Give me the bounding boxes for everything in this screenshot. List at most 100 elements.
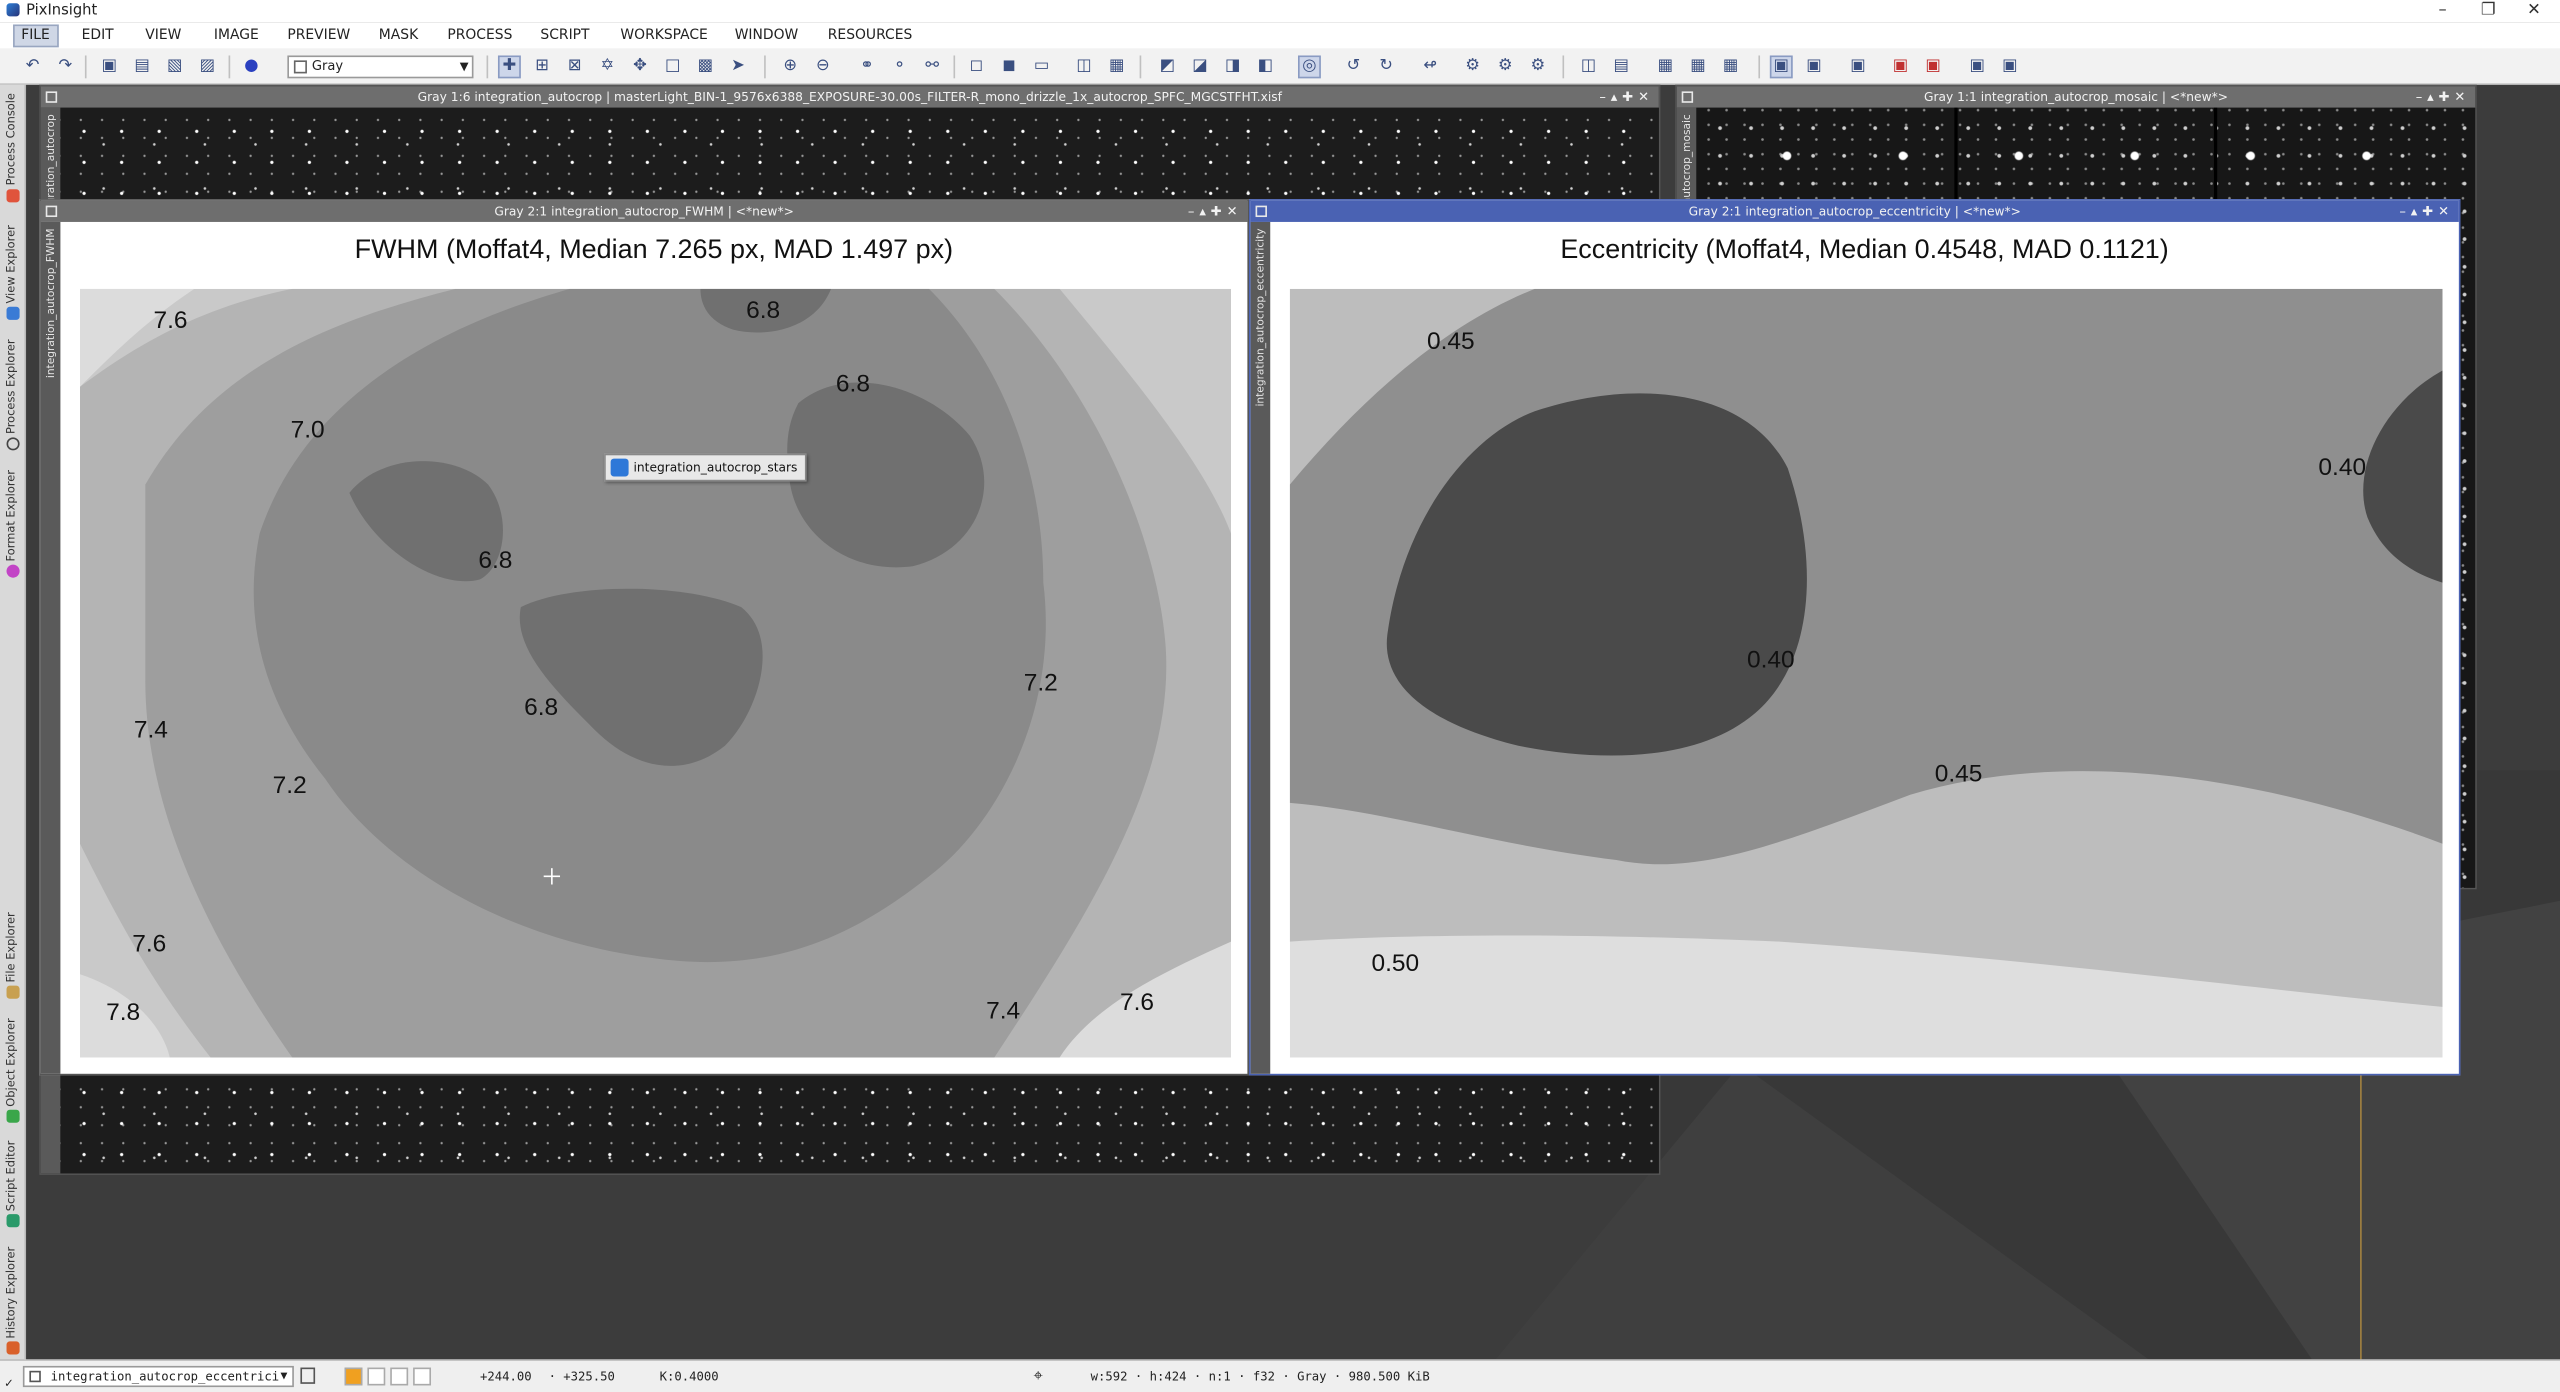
save-as-icon[interactable]: ▨	[196, 55, 219, 78]
fwhm-titlebar[interactable]: Gray 2:1 integration_autocrop_FWHM | <*n…	[40, 200, 1248, 222]
process-1-icon[interactable]: ⚙	[1461, 55, 1484, 78]
menu-file[interactable]: FILE	[13, 24, 58, 48]
move-icon[interactable]: ✥	[629, 55, 652, 78]
layout-2-icon[interactable]: ▤	[1610, 55, 1633, 78]
workspace-4-icon[interactable]: ▣	[1966, 55, 1989, 78]
close-icon[interactable]: ✕	[2511, 0, 2557, 23]
fit-height-icon[interactable]: ▭	[1030, 55, 1053, 78]
sidebar-item-process-console[interactable]: Process Console	[0, 88, 26, 203]
history-redo-icon[interactable]: ↻	[1375, 55, 1398, 78]
eccentricity-contour-map[interactable]: 0.45 0.40 0.40 0.45 0.50	[1289, 288, 2443, 1058]
menu-window[interactable]: WINDOW	[728, 24, 805, 47]
window-buttons[interactable]: –▴✚✕	[2399, 201, 2454, 222]
history-undo-icon[interactable]: ↺	[1342, 55, 1365, 78]
fit-view-icon[interactable]: ◻	[965, 55, 988, 78]
window-menu-icon[interactable]	[1255, 205, 1267, 218]
sidebar-item-process-explorer[interactable]: Process Explorer	[0, 333, 26, 451]
sidebar-item-script-editor[interactable]: Script Editor	[0, 1133, 26, 1228]
menu-preview[interactable]: PREVIEW	[281, 24, 357, 47]
menu-workspace[interactable]: WORKSPACE	[614, 24, 714, 47]
zoom-in-icon[interactable]: ⊕	[779, 55, 802, 78]
zoom-optimal-icon[interactable]: ⚯	[921, 55, 944, 78]
display-channels-icon[interactable]: ◫	[1073, 55, 1096, 78]
monitor-icon[interactable]: ▣	[1769, 55, 1793, 79]
mask-show-icon[interactable]: ◩	[1156, 55, 1179, 78]
mask-invert-icon[interactable]: ◪	[1189, 55, 1212, 78]
preview-icon[interactable]: □	[661, 55, 684, 78]
stf-icon[interactable]: ▦	[1105, 55, 1128, 78]
explorer-2-icon[interactable]: ▦	[1687, 55, 1710, 78]
explorer-1-icon[interactable]: ▦	[1654, 55, 1677, 78]
menu-process[interactable]: PROCESS	[441, 24, 519, 47]
zoom-out-icon[interactable]: ⊖	[811, 55, 834, 78]
new-image-icon[interactable]: ▣	[98, 55, 121, 78]
colorspace-select[interactable]: Gray ▼	[287, 55, 474, 79]
menu-mask[interactable]: MASK	[372, 24, 424, 47]
color-swatch-2[interactable]	[367, 1367, 386, 1386]
process-2-icon[interactable]: ⚙	[1494, 55, 1517, 78]
color-swatch-1[interactable]	[344, 1367, 363, 1386]
workspace-5-icon[interactable]: ▣	[1998, 55, 2021, 78]
eccentricity-titlebar[interactable]: Gray 2:1 integration_autocrop_eccentrici…	[1250, 200, 2459, 222]
fwhm-title: Gray 2:1 integration_autocrop_FWHM | <*n…	[494, 203, 794, 219]
menu-edit[interactable]: EDIT	[75, 24, 120, 47]
minimize-icon[interactable]: –	[2420, 0, 2466, 23]
screenshot-icon[interactable]: ▣	[1803, 55, 1826, 78]
menu-script[interactable]: SCRIPT	[534, 24, 596, 47]
window-menu-icon[interactable]	[1681, 91, 1694, 103]
view-tooltip[interactable]: integration_autocrop_stars	[604, 453, 807, 482]
fit-width-icon[interactable]: ◼	[998, 55, 1021, 78]
sidebar-item-view-explorer[interactable]: View Explorer	[0, 215, 26, 320]
rgb-icon[interactable]: ●	[240, 55, 263, 78]
pointer-icon[interactable]: ➤	[727, 55, 750, 78]
view-toggle-icon[interactable]	[300, 1367, 316, 1384]
menu-image[interactable]: IMAGE	[207, 24, 265, 47]
workspace-2-icon[interactable]: ▣	[1889, 55, 1912, 78]
window-buttons[interactable]: –▴✚✕	[1599, 86, 1654, 107]
zoom-fit-icon[interactable]: ⚬	[888, 55, 911, 78]
window-buttons[interactable]: –▴✚✕	[1188, 201, 1243, 222]
save-icon[interactable]: ▧	[163, 55, 186, 78]
main-image-titlebar[interactable]: Gray 1:6 integration_autocrop | masterLi…	[40, 86, 1659, 108]
edit-preview-icon[interactable]: ▩	[694, 55, 717, 78]
window-buttons[interactable]: –▴✚✕	[2416, 86, 2471, 107]
zoom-mode-icon[interactable]: ⊞	[531, 55, 554, 78]
view-explorer-icon	[6, 306, 20, 320]
fwhm-window[interactable]: Gray 2:1 integration_autocrop_FWHM | <*n…	[39, 199, 1250, 1076]
menu-bar: FILE EDIT VIEW IMAGE PREVIEW MASK PROCES…	[0, 22, 2560, 49]
undo-icon[interactable]: ↶	[21, 55, 44, 78]
center-mode-icon[interactable]: ✡	[596, 55, 619, 78]
menu-view[interactable]: VIEW	[139, 24, 188, 47]
process-3-icon[interactable]: ⚙	[1527, 55, 1550, 78]
mask-remove-icon[interactable]: ◧	[1254, 55, 1277, 78]
sidebar-item-format-explorer[interactable]: Format Explorer	[0, 463, 26, 578]
mask-enable-icon[interactable]: ◨	[1221, 55, 1244, 78]
workspace-1-icon[interactable]: ▣	[1847, 55, 1870, 78]
sidebar-item-file-explorer[interactable]: File Explorer	[0, 901, 26, 999]
eccentricity-side-tab[interactable]: integration_autocrop_eccentricity	[1250, 221, 1271, 1074]
clear-history-icon[interactable]: ↫	[1419, 55, 1442, 78]
sidebar-item-history-explorer[interactable]: History Explorer	[0, 1237, 26, 1355]
eccentricity-window[interactable]: Gray 2:1 integration_autocrop_eccentrici…	[1249, 199, 2461, 1076]
explorer-3-icon[interactable]: ▦	[1719, 55, 1742, 78]
restore-icon[interactable]: ❐	[2465, 0, 2511, 23]
fwhm-contour-map[interactable]: 7.6 6.8 6.8 7.0 6.8 6.8 7.4 7.2 7.2 7.6 …	[80, 288, 1232, 1058]
mosaic-titlebar[interactable]: Gray 1:1 integration_autocrop_mosaic | <…	[1676, 86, 2476, 108]
window-menu-icon[interactable]	[45, 205, 58, 218]
fwhm-side-tab[interactable]: integration_autocrop_FWHM	[40, 221, 61, 1074]
contour-label: 0.45	[1427, 328, 1475, 355]
view-selector[interactable]: integration_autocrop_eccentrici ▼	[22, 1365, 294, 1388]
menu-resources[interactable]: RESOURCES	[821, 24, 919, 47]
window-menu-icon[interactable]	[45, 91, 58, 103]
sidebar-item-object-explorer[interactable]: Object Explorer	[0, 1012, 26, 1123]
layout-1-icon[interactable]: ◫	[1577, 55, 1600, 78]
readout-mode-icon[interactable]: ✚	[497, 55, 521, 79]
color-swatch-3[interactable]	[390, 1367, 409, 1386]
color-swatch-4[interactable]	[413, 1367, 432, 1386]
open-icon[interactable]: ▤	[131, 55, 154, 78]
redo-icon[interactable]: ↷	[54, 55, 77, 78]
workspace-3-icon[interactable]: ▣	[1922, 55, 1945, 78]
pan-mode-icon[interactable]: ⊠	[563, 55, 586, 78]
track-view-icon[interactable]: ◎	[1297, 55, 1321, 79]
zoom-1-1-icon[interactable]: ⚭	[856, 55, 879, 78]
